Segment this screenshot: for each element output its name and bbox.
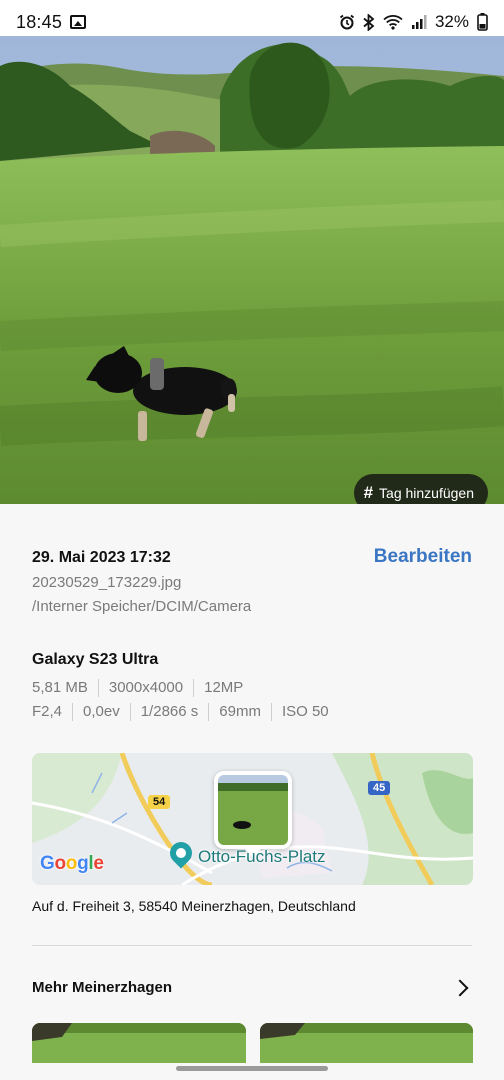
resolution: 3000x4000 [97,679,193,697]
gallery-icon [70,15,87,29]
status-time: 18:45 [16,11,63,32]
bluetooth-icon [363,13,375,31]
location-map[interactable]: 54 45 Otto-Fuchs-Platz Google [32,753,473,885]
gesture-handle[interactable] [176,1066,328,1071]
add-tag-button[interactable]: # Tag hinzufügen [353,474,488,504]
photo-image [0,36,504,504]
file-path: /Interner Speicher/DCIM/Camera [32,598,252,615]
section-divider [32,945,472,946]
road-label-54: 54 [148,795,171,809]
more-location-title: Mehr Meinerzhagen [32,979,173,996]
focal-length: 69mm [208,703,271,721]
photo-preview[interactable]: # Tag hinzufügen [0,36,504,504]
map-photo-marker[interactable] [214,771,292,857]
more-location-row[interactable]: Mehr Meinerzhagen [32,979,472,996]
map-place-label: Otto-Fuchs-Platz [198,847,326,866]
add-tag-label: Tag hinzufügen [379,485,474,501]
status-icons: 32% [339,12,488,32]
iso: ISO 50 [270,703,339,721]
signal-icon [411,15,427,29]
chevron-right-icon[interactable] [451,979,469,996]
shutter-speed: 1/2866 s [129,703,209,721]
photo-details-screen: 18:45 32% # Tag hinzufügen 29. Mai 2023 … [0,0,504,1080]
details-panel: 29. Mai 2023 17:32 Bearbeiten 20230529_1… [0,504,504,1080]
photo-date: 29. Mai 2023 17:32 [32,549,171,566]
device-name: Galaxy S23 Ultra [32,651,159,668]
file-size: 5,81 MB [32,679,88,696]
related-photo-thumbnail[interactable] [32,1023,246,1063]
road-label-45: 45 [368,781,391,795]
hash-icon: # [363,483,374,502]
file-info-row: 5,81 MB 3000x4000 12MP [32,679,253,697]
alarm-icon [339,14,355,30]
exposure: 0,0ev [72,703,130,721]
file-name: 20230529_173229.jpg [32,574,182,591]
megapixels: 12MP [193,679,253,697]
camera-info-row: F2,4 0,0ev 1/2866 s 69mm ISO 50 [32,703,339,721]
related-photo-thumbnail[interactable] [259,1023,473,1063]
google-logo: Google [40,853,104,874]
edit-button[interactable]: Bearbeiten [374,546,472,568]
battery-percent: 32% [434,12,469,31]
related-photos [32,1023,473,1063]
date-row: 29. Mai 2023 17:32 Bearbeiten [32,546,472,568]
aperture: F2,4 [32,703,63,720]
wifi-icon [383,15,403,30]
battery-icon [477,13,488,31]
location-address: Auf d. Freiheit 3, 58540 Meinerzhagen, D… [32,898,356,914]
map-photo-thumbnail [218,775,288,845]
